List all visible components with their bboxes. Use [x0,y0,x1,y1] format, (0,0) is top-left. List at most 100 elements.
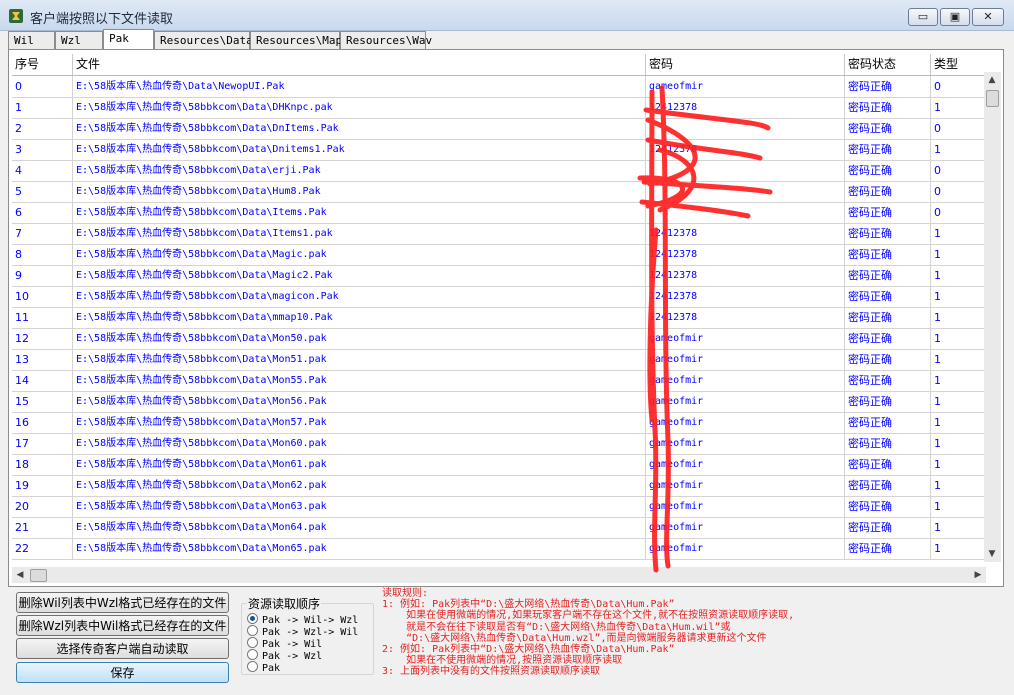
cell-file[interactable]: E:\58版本库\热血传奇\58bbkcom\Data\Hum8.Pak [72,181,645,202]
cell-file[interactable]: E:\58版本库\热血传奇\58bbkcom\Data\Mon51.pak [72,349,645,370]
cell-password[interactable]: gameofmir [645,517,844,538]
cell-type[interactable]: 0 [930,118,986,139]
table-row[interactable]: 0 E:\58版本库\热血传奇\Data\NewopUI.Pak gameofmir… [12,76,986,98]
cell-type[interactable]: 1 [930,244,986,265]
cell-status[interactable]: 密码正确 [844,412,930,433]
cell-type[interactable]: 1 [930,265,986,286]
cell-file[interactable]: E:\58版本库\热血传奇\58bbkcom\Data\Dnitems1.Pak [72,139,645,160]
vertical-scrollbar[interactable]: ▲ ▼ [984,72,1001,562]
cell-type[interactable]: 1 [930,538,986,559]
cell-type[interactable]: 1 [930,349,986,370]
column-header-type[interactable]: 类型 [930,54,986,75]
table-row[interactable]: 18 E:\58版本库\热血传奇\58bbkcom\Data\Mon61.pak g… [12,454,986,476]
cell-index[interactable]: 16 [12,412,72,433]
cell-password[interactable]: 12412378 [645,265,844,286]
cell-file[interactable]: E:\58版本库\热血传奇\58bbkcom\Data\Magic.pak [72,244,645,265]
radio-icon[interactable] [247,661,258,672]
cell-type[interactable]: 1 [930,328,986,349]
cell-file[interactable]: E:\58版本库\热血传奇\58bbkcom\Data\Mon62.pak [72,475,645,496]
scroll-left-arrow-icon[interactable]: ◀ [12,567,28,583]
table-row[interactable]: 9 E:\58版本库\热血传奇\58bbkcom\Data\Magic2.Pak 1… [12,265,986,287]
cell-status[interactable]: 密码正确 [844,97,930,118]
cell-password[interactable]: gameofmir [645,370,844,391]
delete-wzl-duplicates-button[interactable]: 删除Wzl列表中Wil格式已经存在的文件 [16,615,229,636]
cell-status[interactable]: 密码正确 [844,307,930,328]
table-row[interactable]: 21 E:\58版本库\热血传奇\58bbkcom\Data\Mon64.pak g… [12,517,986,539]
cell-status[interactable]: 密码正确 [844,328,930,349]
cell-status[interactable]: 密码正确 [844,496,930,517]
column-header-status[interactable]: 密码状态 [844,54,930,75]
table-row[interactable]: 3 E:\58版本库\热血传奇\58bbkcom\Data\Dnitems1.Pa… [12,139,986,161]
cell-index[interactable]: 8 [12,244,72,265]
cell-type[interactable]: 1 [930,517,986,538]
cell-password[interactable]: 12412378 [645,307,844,328]
cell-password[interactable]: gameofmir [645,76,844,97]
cell-status[interactable]: 密码正确 [844,160,930,181]
table-row[interactable]: 2 E:\58版本库\热血传奇\58bbkcom\Data\DnItems.Pak… [12,118,986,140]
cell-type[interactable]: 1 [930,412,986,433]
table-row[interactable]: 10 E:\58版本库\热血传奇\58bbkcom\Data\magicon.Pa… [12,286,986,308]
cell-status[interactable]: 密码正确 [844,223,930,244]
cell-file[interactable]: E:\58版本库\热血传奇\58bbkcom\Data\DHKnpc.pak [72,97,645,118]
cell-file[interactable]: E:\58版本库\热血传奇\58bbkcom\Data\Mon63.pak [72,496,645,517]
table-row[interactable]: 11 E:\58版本库\热血传奇\58bbkcom\Data\mmap10.Pak… [12,307,986,329]
cell-password[interactable]: gameofmir [645,475,844,496]
cell-index[interactable]: 20 [12,496,72,517]
tab-wzl[interactable]: Wzl [55,31,103,49]
table-row[interactable]: 22 E:\58版本库\热血传奇\58bbkcom\Data\Mon65.pak g… [12,538,986,560]
cell-type[interactable]: 1 [930,496,986,517]
cell-status[interactable]: 密码正确 [844,118,930,139]
cell-index[interactable]: 12 [12,328,72,349]
cell-type[interactable]: 0 [930,181,986,202]
tab-resources-map[interactable]: Resources\Map [250,31,342,49]
table-row[interactable]: 8 E:\58版本库\热血传奇\58bbkcom\Data\Magic.pak 12… [12,244,986,266]
scroll-right-arrow-icon[interactable]: ▶ [970,567,986,583]
cell-index[interactable]: 10 [12,286,72,307]
read-order-option[interactable]: Pak -> Wzl [247,649,322,662]
cell-status[interactable]: 密码正确 [844,181,930,202]
cell-status[interactable]: 密码正确 [844,538,930,559]
column-header-file[interactable]: 文件 [72,54,645,75]
cell-type[interactable]: 0 [930,202,986,223]
cell-type[interactable]: 1 [930,223,986,244]
radio-icon[interactable] [247,625,258,636]
cell-index[interactable]: 18 [12,454,72,475]
cell-file[interactable]: E:\58版本库\热血传奇\58bbkcom\Data\Mon60.pak [72,433,645,454]
cell-file[interactable]: E:\58版本库\热血传奇\58bbkcom\Data\Mon57.Pak [72,412,645,433]
cell-index[interactable]: 21 [12,517,72,538]
table-row[interactable]: 1 E:\58版本库\热血传奇\58bbkcom\Data\DHKnpc.pak 1… [12,97,986,119]
radio-icon[interactable] [247,637,258,648]
cell-password[interactable] [645,118,844,139]
cell-index[interactable]: 22 [12,538,72,559]
cell-index[interactable]: 6 [12,202,72,223]
cell-index[interactable]: 5 [12,181,72,202]
cell-type[interactable]: 1 [930,370,986,391]
radio-icon[interactable] [247,649,258,660]
cell-type[interactable]: 1 [930,97,986,118]
cell-type[interactable]: 0 [930,76,986,97]
read-order-option[interactable]: Pak -> Wil-> Wzl [247,613,358,626]
tab-resources-data[interactable]: Resources\Data [154,31,253,49]
cell-status[interactable]: 密码正确 [844,370,930,391]
table-row[interactable]: 5 E:\58版本库\热血传奇\58bbkcom\Data\Hum8.Pak 密码正… [12,181,986,203]
tab-resources-wav[interactable]: Resources\Wav [340,31,432,49]
cell-password[interactable]: gameofmir [645,412,844,433]
cell-index[interactable]: 15 [12,391,72,412]
cell-status[interactable]: 密码正确 [844,433,930,454]
table-row[interactable]: 14 E:\58版本库\热血传奇\58bbkcom\Data\Mon55.Pak g… [12,370,986,392]
tab-wil[interactable]: Wil [8,31,55,49]
cell-password[interactable]: 12412378 [645,223,844,244]
cell-status[interactable]: 密码正确 [844,286,930,307]
tab-pak[interactable]: Pak [103,29,154,49]
read-order-option[interactable]: Pak -> Wil [247,637,322,650]
cell-password[interactable] [645,160,844,181]
cell-file[interactable]: E:\58版本库\热血传奇\58bbkcom\Data\Items1.pak [72,223,645,244]
cell-password[interactable]: gameofmir [645,454,844,475]
delete-wil-duplicates-button[interactable]: 删除Wil列表中Wzl格式已经存在的文件 [16,592,229,613]
table-row[interactable]: 15 E:\58版本库\热血传奇\58bbkcom\Data\Mon56.Pak g… [12,391,986,413]
cell-status[interactable]: 密码正确 [844,517,930,538]
cell-status[interactable]: 密码正确 [844,139,930,160]
cell-password[interactable]: gameofmir [645,349,844,370]
horizontal-scroll-thumb[interactable] [30,569,47,582]
scroll-down-arrow-icon[interactable]: ▼ [984,546,1000,562]
